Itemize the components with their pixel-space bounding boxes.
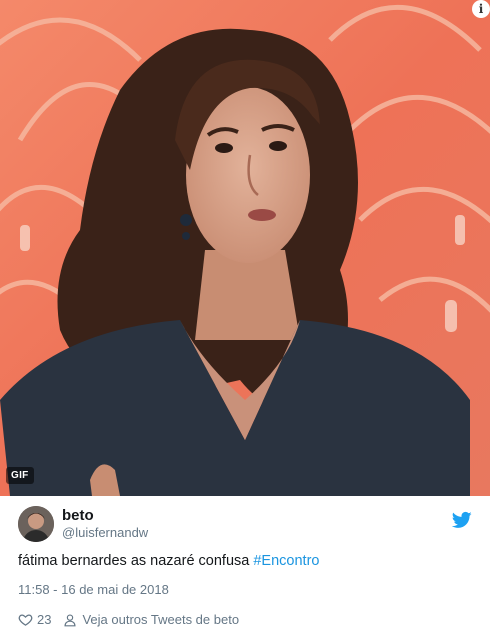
gif-frame-illustration [0,0,490,496]
like-count[interactable]: 23 [37,612,51,627]
tweet-actions: 23 Veja outros Tweets de beto [18,612,239,627]
tweet-text-plain: fátima bernardes as nazaré confusa [18,553,254,569]
user-handle[interactable]: @luisfernandw [62,525,148,541]
tweet-text: fátima bernardes as nazaré confusa #Enco… [18,553,319,569]
author-block[interactable]: beto @luisfernandw [18,506,148,542]
see-more-tweets-link[interactable]: Veja outros Tweets de beto [82,612,239,627]
heart-icon[interactable] [18,612,33,627]
tweet-timestamp[interactable]: 11:58 - 16 de mai de 2018 [18,582,169,597]
avatar[interactable] [18,506,54,542]
person-icon [64,613,77,626]
twitter-bird-icon[interactable] [452,510,472,530]
tweet-card: beto @luisfernandw fátima bernardes as n… [0,496,490,639]
gif-badge: GIF [6,467,34,484]
hashtag-link[interactable]: #Encontro [253,553,319,569]
info-button[interactable]: i [472,0,490,18]
gif-media[interactable]: i GIF [0,0,490,496]
display-name[interactable]: beto [62,507,148,525]
